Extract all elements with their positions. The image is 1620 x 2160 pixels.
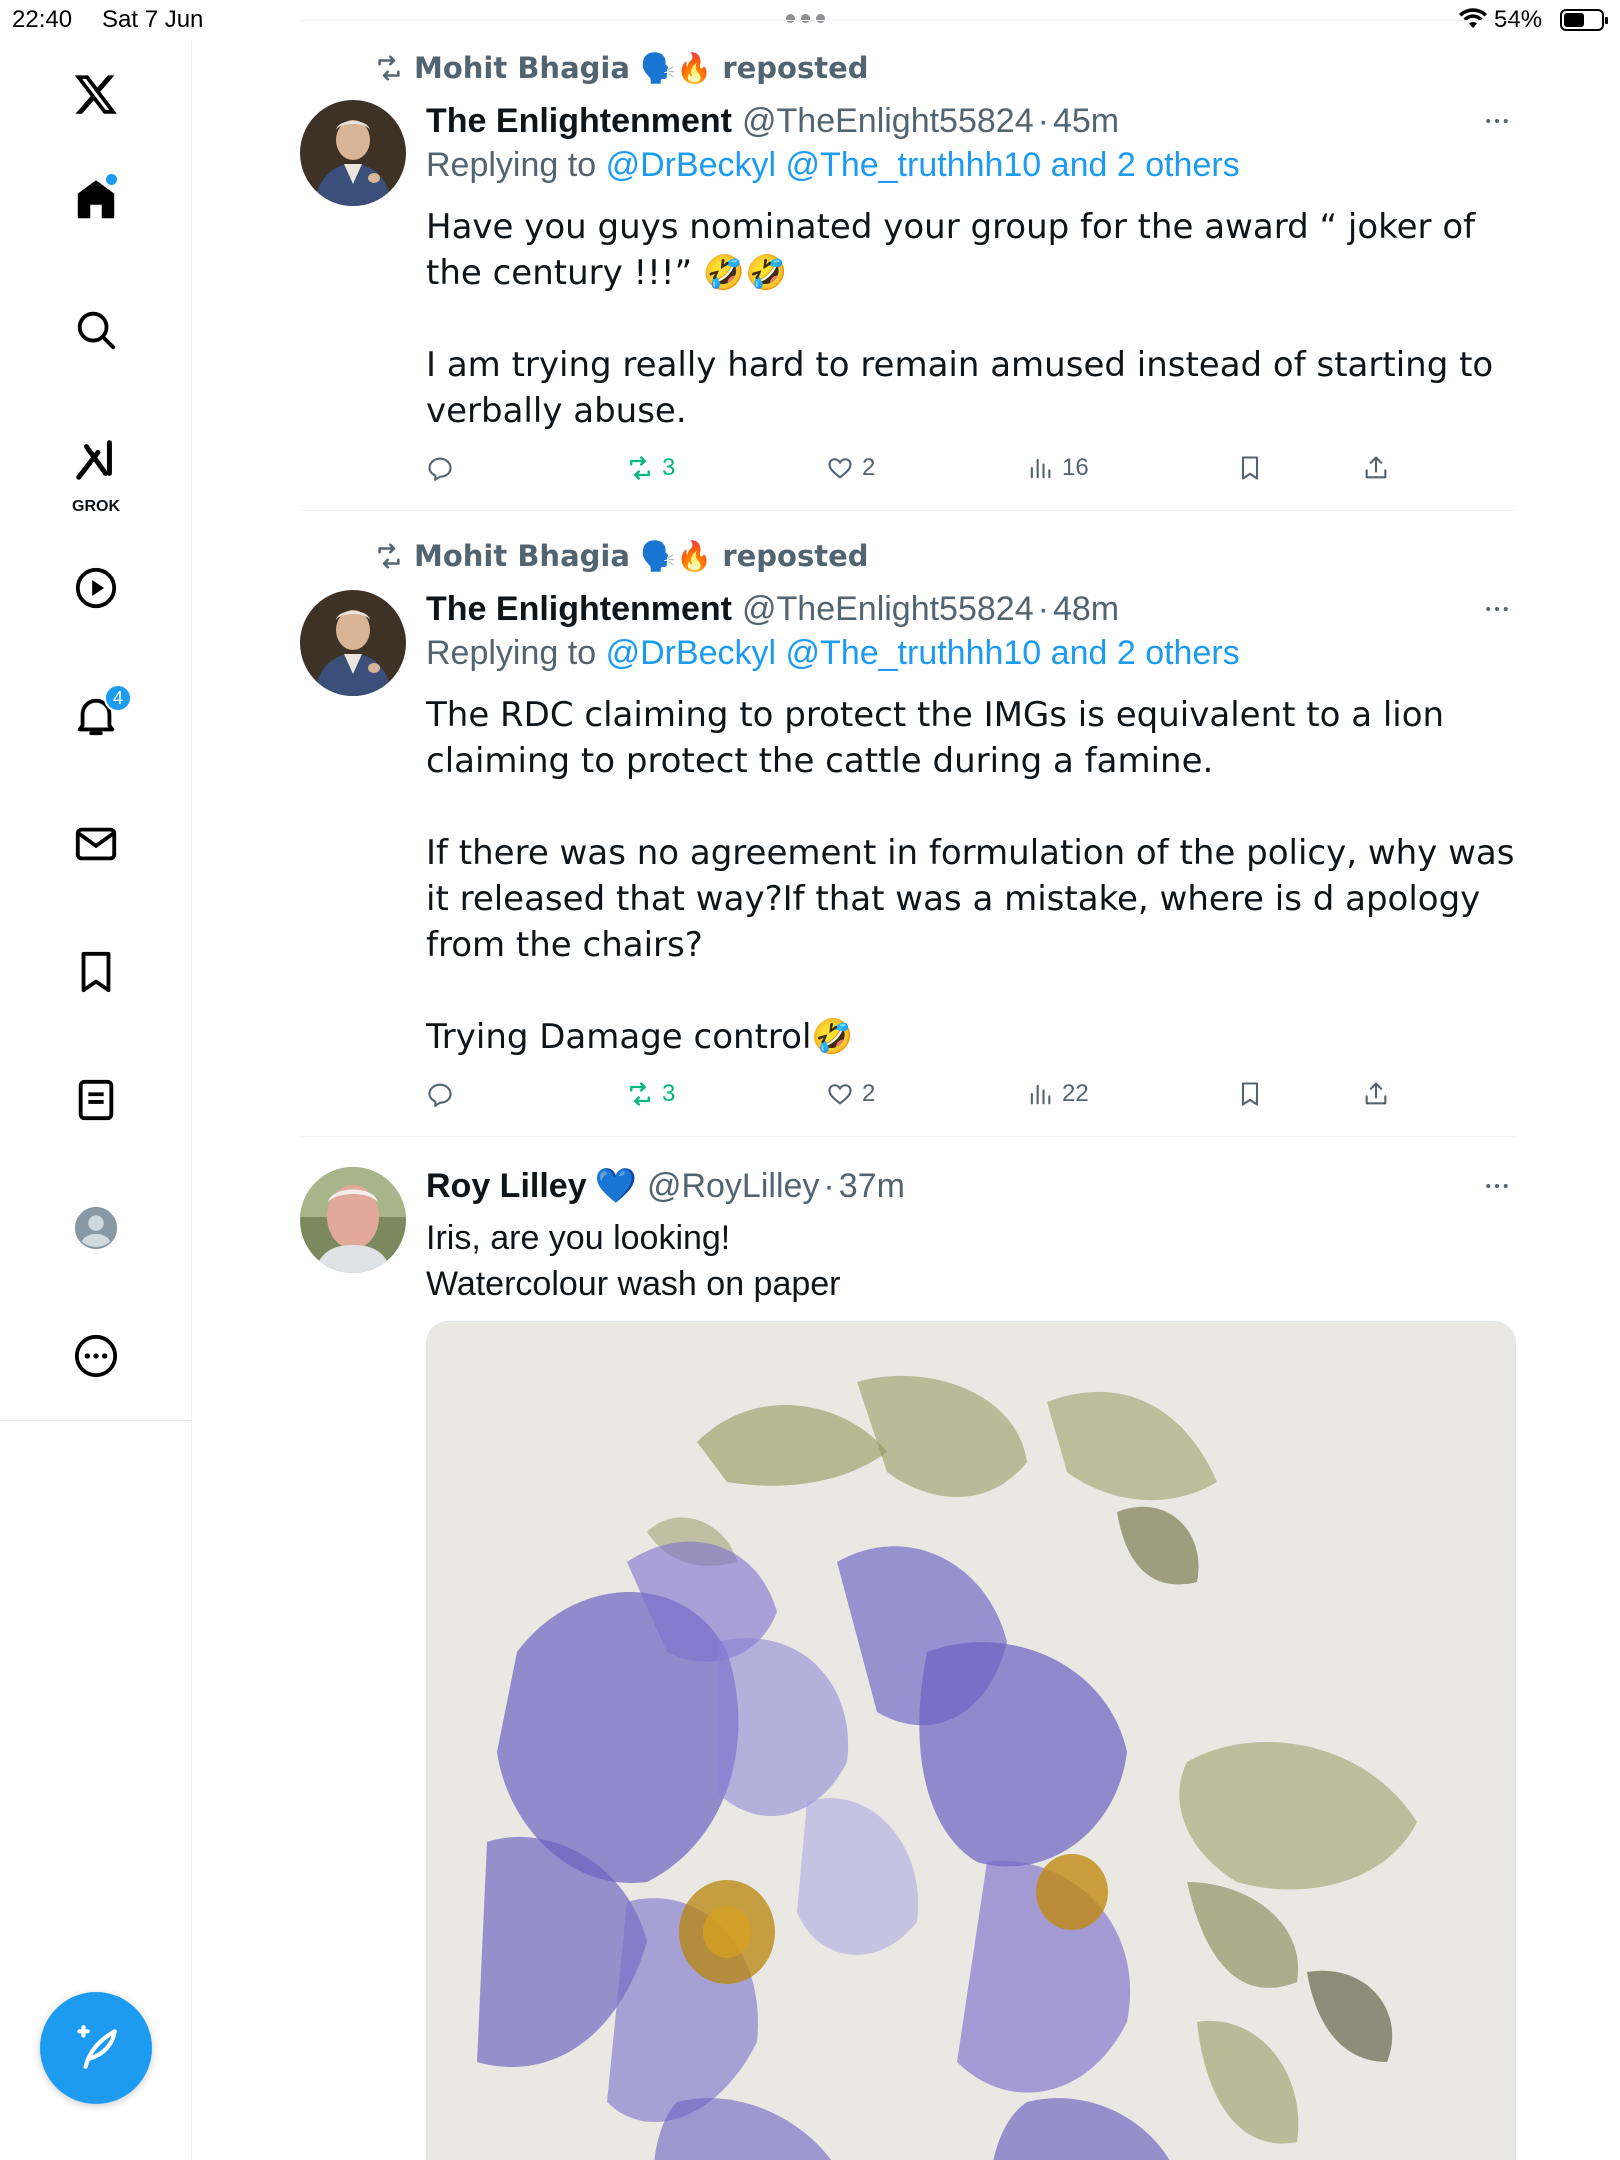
sidebar-item-notifications[interactable]: 4 <box>56 676 136 756</box>
repost-count: 3 <box>662 1080 676 1107</box>
avatar[interactable] <box>300 590 406 696</box>
sidebar-item-more[interactable] <box>56 1316 136 1396</box>
compose-button[interactable] <box>40 1992 152 2104</box>
tweet[interactable]: Roy Lilley 💙 @RoyLilley · 37m Iris, are … <box>300 1137 1516 2160</box>
share-icon <box>1365 456 1387 479</box>
tweet[interactable]: Mohit Bhagia 🗣️🔥 reposted The Enlightenm… <box>300 48 1516 511</box>
sidebar-item-explore[interactable] <box>56 290 136 370</box>
tweet-time[interactable]: 48m <box>1053 590 1119 629</box>
reply-icon <box>428 1083 452 1108</box>
battery-icon <box>1560 9 1608 31</box>
share-button[interactable] <box>1362 448 1390 488</box>
status-time: 22:40 <box>12 6 73 33</box>
tweet-text: The RDC claiming to protect the IMGs is … <box>426 695 1515 1057</box>
mail-icon <box>75 827 117 861</box>
repost-indicator: Mohit Bhagia 🗣️🔥 reposted <box>374 536 869 576</box>
heart-icon <box>828 1084 852 1105</box>
tweet[interactable]: Mohit Bhagia 🗣️🔥 reposted The Enlightenm… <box>300 536 1516 1137</box>
author-name[interactable]: The Enlightenment <box>426 590 732 629</box>
tweet-time[interactable]: 45m <box>1053 102 1119 141</box>
replying-to: Replying to @DrBeckyl @The_truthhh10 and… <box>426 634 1240 672</box>
compose-icon <box>77 2025 117 2069</box>
repost-button[interactable]: 3 <box>626 448 675 488</box>
repost-indicator: Mohit Bhagia 🗣️🔥 reposted <box>374 48 869 88</box>
more-options-icon[interactable] <box>1480 1169 1514 1203</box>
author-name[interactable]: Roy Lilley <box>426 1167 587 1206</box>
sidebar-item-messages[interactable] <box>56 804 136 884</box>
author-handle[interactable]: @TheEnlight55824 <box>742 590 1034 629</box>
tweet-media-image[interactable] <box>426 1321 1516 2160</box>
repost-icon <box>378 55 400 81</box>
author-handle[interactable]: @RoyLilley <box>647 1167 819 1206</box>
avatar[interactable] <box>300 1167 406 1273</box>
tweet-header: The Enlightenment @TheEnlight55824 · 45m <box>426 101 1120 141</box>
avatar[interactable] <box>300 100 406 206</box>
bookmark-icon <box>81 951 111 993</box>
reply-button[interactable] <box>426 1074 454 1114</box>
verified-heart: 💙 <box>594 1166 637 1206</box>
views-icon <box>1030 1084 1051 1105</box>
views-button[interactable]: 16 <box>1026 448 1089 488</box>
more-options-icon[interactable] <box>1480 592 1514 626</box>
heart-icon <box>828 458 852 479</box>
like-button[interactable]: 2 <box>826 448 875 488</box>
bookmark-icon <box>1241 1082 1259 1106</box>
bookmark-button[interactable] <box>1236 448 1264 488</box>
notification-badge: 4 <box>104 684 132 712</box>
tweet-time[interactable]: 37m <box>839 1167 905 1206</box>
status-date: Sat 7 Jun <box>102 6 204 33</box>
tweet-actions: 3 2 22 <box>426 1074 1426 1114</box>
sidebar-item-video[interactable] <box>56 548 136 628</box>
repost-icon <box>378 543 400 569</box>
views-button[interactable]: 22 <box>1026 1074 1089 1114</box>
tweet-text: Iris, are you looking! Watercolour wash … <box>426 1219 841 1303</box>
author-handle[interactable]: @TheEnlight55824 <box>742 102 1034 141</box>
reply-button[interactable] <box>426 448 454 488</box>
tweet-actions: 3 2 16 <box>426 448 1426 488</box>
sidebar: GROK 4 <box>0 40 192 2160</box>
repost-by: Mohit Bhagia 🗣️🔥 reposted <box>414 50 869 85</box>
reply-icon <box>428 457 452 482</box>
replying-to-users[interactable]: @DrBeckyl @The_truthhh10 and 2 others <box>606 634 1240 672</box>
list-icon <box>78 1079 114 1121</box>
sidebar-item-grok[interactable]: GROK <box>56 420 136 520</box>
like-count: 2 <box>862 454 876 481</box>
bookmark-icon <box>1241 456 1259 480</box>
share-button[interactable] <box>1362 1074 1390 1114</box>
x-logo-icon[interactable] <box>56 54 136 134</box>
repost-by: Mohit Bhagia 🗣️🔥 reposted <box>414 538 869 573</box>
sidebar-item-home[interactable] <box>56 160 136 240</box>
grok-label: GROK <box>72 498 120 515</box>
sidebar-item-lists[interactable] <box>56 1060 136 1140</box>
timeline-feed: Mohit Bhagia 🗣️🔥 reposted The Enlightenm… <box>300 0 1516 2160</box>
replying-to-users[interactable]: @DrBeckyl @The_truthhh10 and 2 others <box>606 146 1240 184</box>
author-name[interactable]: The Enlightenment <box>426 102 732 141</box>
like-count: 2 <box>862 1080 876 1107</box>
tweet-text: Have you guys nominated your group for t… <box>426 207 1494 431</box>
sidebar-divider <box>0 1420 192 1421</box>
repost-count: 3 <box>662 454 676 481</box>
sidebar-item-profile[interactable] <box>56 1188 136 1268</box>
tweet-header: Roy Lilley 💙 @RoyLilley · 37m <box>426 1166 905 1206</box>
tweet-header: The Enlightenment @TheEnlight55824 · 48m <box>426 589 1120 629</box>
views-icon <box>1030 458 1051 479</box>
share-icon <box>1365 1082 1387 1105</box>
bookmark-button[interactable] <box>1236 1074 1264 1114</box>
repost-button[interactable]: 3 <box>626 1074 675 1114</box>
views-count: 16 <box>1062 454 1089 481</box>
more-options-icon[interactable] <box>1480 104 1514 138</box>
home-unread-dot <box>106 174 117 185</box>
like-button[interactable]: 2 <box>826 1074 875 1114</box>
repost-icon <box>630 456 650 480</box>
grok-icon <box>76 440 112 480</box>
play-icon <box>75 567 117 609</box>
more-circle-icon <box>74 1334 118 1378</box>
profile-icon <box>74 1206 118 1250</box>
search-icon <box>77 311 116 350</box>
repost-icon <box>630 1082 650 1106</box>
replying-to: Replying to @DrBeckyl @The_truthhh10 and… <box>426 146 1240 184</box>
views-count: 22 <box>1062 1080 1089 1107</box>
sidebar-item-bookmarks[interactable] <box>56 932 136 1012</box>
